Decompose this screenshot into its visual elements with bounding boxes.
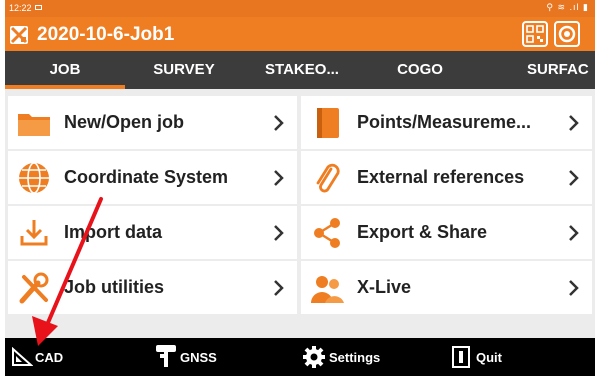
menu-item-label: X-Live bbox=[357, 277, 412, 297]
paperclip-icon bbox=[316, 163, 340, 193]
support-button[interactable] bbox=[554, 21, 580, 47]
gnss-receiver-icon bbox=[156, 345, 176, 367]
app-logo-icon bbox=[10, 26, 28, 44]
folder-icon bbox=[18, 114, 50, 136]
app-window: 12:22 ⚲ ≋ .ıl ▮ 2020-10-6-Job1 JOB SURVE… bbox=[5, 0, 595, 376]
menu-item-label: Export & Share bbox=[357, 222, 488, 242]
menu-item-points-measurements[interactable]: Points/Measureme... bbox=[301, 96, 592, 149]
lifebuoy-icon bbox=[558, 25, 576, 43]
title-bar: 2020-10-6-Job1 bbox=[5, 17, 595, 51]
menu-item-import-data[interactable]: Import data bbox=[8, 206, 297, 259]
globe-icon bbox=[19, 162, 49, 194]
settings-button[interactable]: Settings bbox=[302, 338, 412, 376]
status-bar: 12:22 ⚲ ≋ .ıl ▮ bbox=[5, 0, 595, 17]
menu-item-label: External references bbox=[357, 167, 525, 187]
notebook-icon bbox=[317, 108, 339, 138]
status-indicators: ⚲ ≋ .ıl ▮ bbox=[546, 2, 589, 12]
menu-item-label: Import data bbox=[64, 222, 163, 242]
set-square-icon bbox=[12, 347, 33, 366]
qr-code-button[interactable] bbox=[522, 21, 548, 47]
cad-button[interactable]: CAD bbox=[5, 338, 115, 376]
quit-label: Quit bbox=[476, 350, 502, 365]
menu-item-label: Points/Measureme... bbox=[357, 112, 532, 132]
menu-item-new-open-job[interactable]: New/Open job bbox=[8, 96, 297, 149]
menu-item-export-share[interactable]: Export & Share bbox=[301, 206, 592, 259]
status-time: 12:22 bbox=[9, 3, 32, 13]
tab-survey[interactable]: SURVEY bbox=[125, 51, 243, 89]
chevron-right-icon bbox=[274, 225, 284, 241]
gnss-label: GNSS bbox=[180, 350, 217, 365]
job-title: 2020-10-6-Job1 bbox=[37, 24, 175, 45]
menu-item-job-utilities[interactable]: Job utilities bbox=[8, 261, 297, 314]
tab-surface[interactable]: SURFAC bbox=[479, 51, 595, 89]
users-icon bbox=[311, 276, 344, 303]
cad-label: CAD bbox=[35, 350, 64, 365]
menu-item-label: Coordinate System bbox=[64, 167, 229, 187]
menu-item-x-live[interactable]: X-Live bbox=[301, 261, 592, 314]
chevron-right-icon bbox=[274, 280, 284, 296]
download-icon bbox=[20, 220, 48, 246]
chevron-right-icon bbox=[569, 225, 579, 241]
menu-item-coordinate-system[interactable]: Coordinate System bbox=[8, 151, 297, 204]
chevron-right-icon bbox=[274, 115, 284, 131]
bottom-toolbar: CAD GNSS Settings Quit bbox=[5, 338, 595, 376]
chevron-right-icon bbox=[274, 170, 284, 186]
door-icon bbox=[452, 346, 470, 368]
gear-icon bbox=[303, 346, 325, 368]
tab-stakeout[interactable]: STAKEO... bbox=[243, 51, 361, 89]
menu-item-label: New/Open job bbox=[64, 112, 185, 132]
tools-icon bbox=[19, 272, 49, 304]
tab-bar: JOB SURVEY STAKEO... COGO SURFAC bbox=[5, 51, 595, 89]
menu-item-label: Job utilities bbox=[64, 277, 165, 297]
notification-icon bbox=[35, 5, 42, 10]
chevron-right-icon bbox=[569, 170, 579, 186]
quit-button[interactable]: Quit bbox=[451, 338, 531, 376]
qr-code-icon bbox=[526, 25, 544, 43]
settings-label: Settings bbox=[329, 350, 381, 365]
chevron-right-icon bbox=[569, 280, 579, 296]
gnss-button[interactable]: GNSS bbox=[153, 338, 253, 376]
chevron-right-icon bbox=[569, 115, 579, 131]
share-icon bbox=[314, 218, 340, 248]
tab-cogo[interactable]: COGO bbox=[361, 51, 479, 89]
tab-job[interactable]: JOB bbox=[5, 51, 125, 89]
menu-item-external-references[interactable]: External references bbox=[301, 151, 592, 204]
